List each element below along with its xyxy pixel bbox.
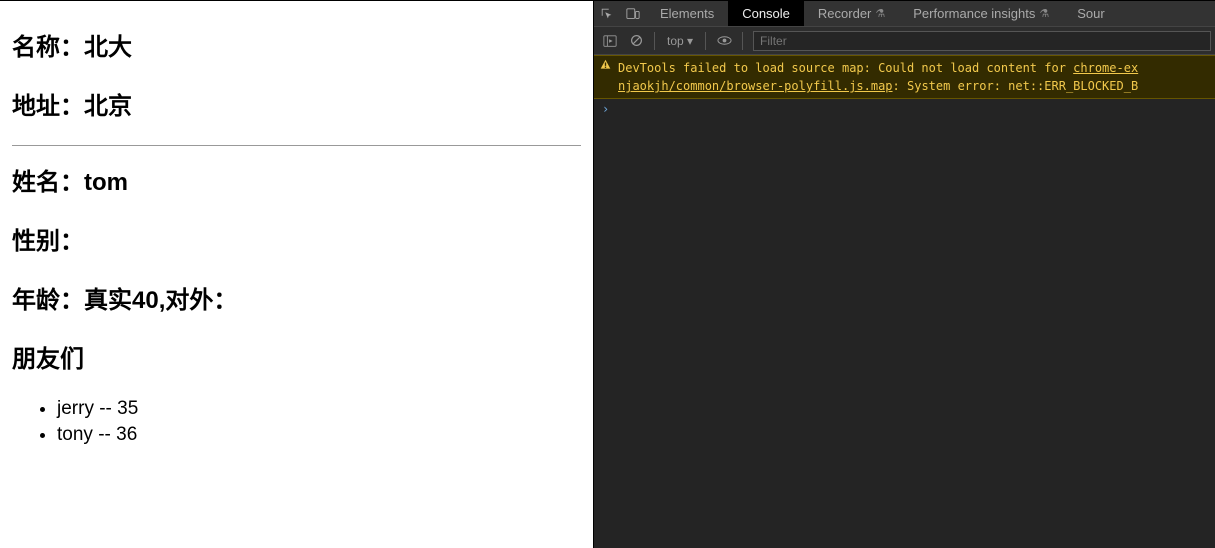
age-heading: 年龄：真实40,对外： [12,280,581,315]
age-label: 年龄： [12,287,84,314]
tab-sources[interactable]: Sour [1063,1,1118,26]
tab-perf-label: Performance insights [913,6,1035,21]
toolbar-divider [705,32,706,50]
school-name-label: 名称： [12,34,84,61]
device-toolbar-icon[interactable] [620,1,646,26]
tab-recorder[interactable]: Recorder ⚗ [804,1,899,26]
devtools-panel: Elements Console Recorder ⚗ Performance … [594,0,1215,548]
devtools-tabstrip: Elements Console Recorder ⚗ Performance … [594,1,1215,27]
tab-performance-insights[interactable]: Performance insights ⚗ [899,1,1063,26]
list-item: tony -- 36 [57,424,581,446]
beaker-icon: ⚗ [875,7,885,20]
friends-heading: 朋友们 [12,339,581,374]
divider [12,145,581,146]
page-content: 名称：北大 地址：北京 姓名：tom 性别： 年龄：真实40,对外： 朋友们 j… [0,0,594,548]
address-heading: 地址：北京 [12,86,581,121]
school-name-value: 北大 [84,34,132,61]
warn-tail: : System error: net::ERR_BLOCKED_B [893,79,1139,93]
chevron-right-icon: › [602,102,609,116]
gender-label: 性别： [12,228,84,255]
beaker-icon: ⚗ [1039,7,1049,20]
warn-path[interactable]: njaokjh/common/browser-polyfill.js.map [618,79,893,93]
console-output[interactable]: DevTools failed to load source map: Coul… [594,55,1215,548]
warn-link[interactable]: chrome-ex [1073,61,1138,75]
console-warning-row[interactable]: DevTools failed to load source map: Coul… [594,55,1215,99]
name-heading: 姓名：tom [12,162,581,197]
address-value: 北京 [84,93,132,120]
list-item: jerry -- 35 [57,398,581,420]
console-warning-text: DevTools failed to load source map: Coul… [618,59,1209,95]
toolbar-divider [742,32,743,50]
tab-console[interactable]: Console [728,1,804,26]
context-selector[interactable]: top ▾ [661,34,699,48]
clear-console-icon[interactable] [624,30,648,52]
console-toolbar: top ▾ [594,27,1215,55]
console-sidebar-toggle-icon[interactable] [598,30,622,52]
name-label: 姓名： [12,169,84,196]
warn-prefix: DevTools failed to load source map: Coul… [618,61,1073,75]
toolbar-divider [654,32,655,50]
friends-list: jerry -- 35 tony -- 36 [12,398,581,446]
gender-heading: 性别： [12,221,581,256]
warning-icon [600,59,614,70]
live-expression-icon[interactable] [712,30,736,52]
age-value: 真实40,对外： [84,287,237,314]
name-value: tom [84,169,128,196]
tab-recorder-label: Recorder [818,6,871,21]
console-prompt[interactable]: › [594,99,1215,119]
school-name-heading: 名称：北大 [12,27,581,62]
tab-elements[interactable]: Elements [646,1,728,26]
console-filter-input[interactable] [753,31,1211,51]
inspect-element-icon[interactable] [594,1,620,26]
address-label: 地址： [12,93,84,120]
